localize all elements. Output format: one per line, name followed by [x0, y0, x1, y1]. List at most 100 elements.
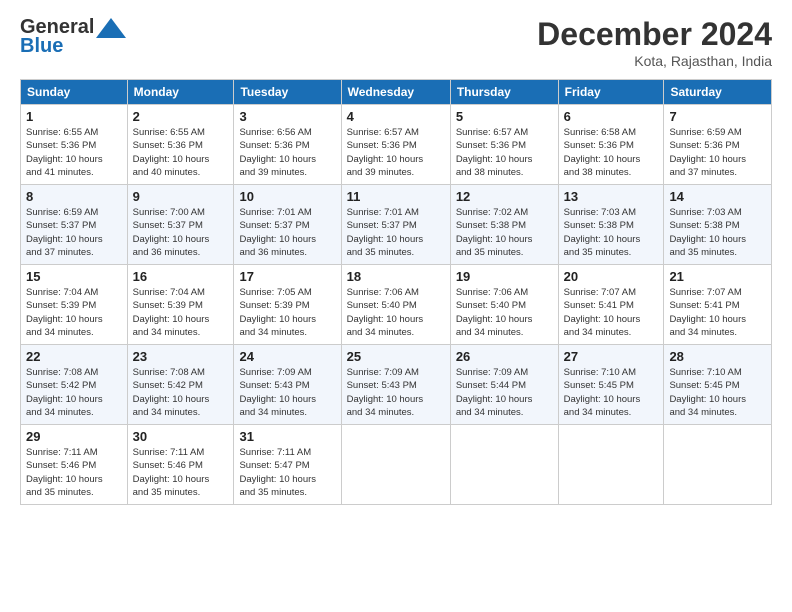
day-number: 27: [564, 349, 659, 364]
calendar-cell: 5 Sunrise: 6:57 AMSunset: 5:36 PMDaylight…: [450, 105, 558, 185]
day-number: 19: [456, 269, 553, 284]
day-info: Sunrise: 7:07 AMSunset: 5:41 PMDaylight:…: [564, 286, 659, 339]
title-block: December 2024 Kota, Rajasthan, India: [537, 16, 772, 69]
calendar-cell: 28 Sunrise: 7:10 AMSunset: 5:45 PMDayligh…: [664, 345, 772, 425]
calendar-cell: 8Sunrise: 6:59 AMSunset: 5:37 PMDaylight…: [21, 185, 128, 265]
calendar-week-3: 15 Sunrise: 7:04 AMSunset: 5:39 PMDayligh…: [21, 265, 772, 345]
day-number: 7: [669, 109, 766, 124]
day-info: Sunrise: 6:59 AMSunset: 5:36 PMDaylight:…: [669, 126, 766, 179]
day-info: Sunrise: 6:56 AMSunset: 5:36 PMDaylight:…: [239, 126, 335, 179]
calendar-cell: 13 Sunrise: 7:03 AMSunset: 5:38 PMDayligh…: [558, 185, 664, 265]
day-info: Sunrise: 7:00 AMSunset: 5:37 PMDaylight:…: [133, 206, 229, 259]
day-number: 20: [564, 269, 659, 284]
calendar-cell: [450, 425, 558, 505]
day-number: 31: [239, 429, 335, 444]
calendar-cell: 22Sunrise: 7:08 AMSunset: 5:42 PMDayligh…: [21, 345, 128, 425]
col-wednesday: Wednesday: [341, 80, 450, 105]
calendar-cell: 3 Sunrise: 6:56 AMSunset: 5:36 PMDaylight…: [234, 105, 341, 185]
calendar-cell: 12Sunrise: 7:02 AMSunset: 5:38 PMDayligh…: [450, 185, 558, 265]
calendar-cell: 6 Sunrise: 6:58 AMSunset: 5:36 PMDaylight…: [558, 105, 664, 185]
day-number: 4: [347, 109, 445, 124]
calendar-cell: 9 Sunrise: 7:00 AMSunset: 5:37 PMDaylight…: [127, 185, 234, 265]
logo-blue: Blue: [20, 35, 63, 58]
calendar-cell: 1 Sunrise: 6:55 AMSunset: 5:36 PMDaylight…: [21, 105, 128, 185]
logo: General Blue: [20, 16, 126, 58]
col-friday: Friday: [558, 80, 664, 105]
day-number: 30: [133, 429, 229, 444]
day-info: Sunrise: 7:09 AMSunset: 5:43 PMDaylight:…: [239, 366, 335, 419]
calendar-week-2: 8Sunrise: 6:59 AMSunset: 5:37 PMDaylight…: [21, 185, 772, 265]
day-number: 6: [564, 109, 659, 124]
calendar-cell: 24 Sunrise: 7:09 AMSunset: 5:43 PMDayligh…: [234, 345, 341, 425]
calendar-cell: 4 Sunrise: 6:57 AMSunset: 5:36 PMDaylight…: [341, 105, 450, 185]
day-info: Sunrise: 7:10 AMSunset: 5:45 PMDaylight:…: [669, 366, 766, 419]
day-info: Sunrise: 7:01 AMSunset: 5:37 PMDaylight:…: [239, 206, 335, 259]
day-number: 3: [239, 109, 335, 124]
day-info: Sunrise: 6:57 AMSunset: 5:36 PMDaylight:…: [456, 126, 553, 179]
day-info: Sunrise: 6:57 AMSunset: 5:36 PMDaylight:…: [347, 126, 445, 179]
calendar-cell: 31 Sunrise: 7:11 AMSunset: 5:47 PMDayligh…: [234, 425, 341, 505]
calendar-cell: 2 Sunrise: 6:55 AMSunset: 5:36 PMDaylight…: [127, 105, 234, 185]
calendar-cell: 29Sunrise: 7:11 AMSunset: 5:46 PMDayligh…: [21, 425, 128, 505]
calendar-cell: 21Sunrise: 7:07 AMSunset: 5:41 PMDayligh…: [664, 265, 772, 345]
day-number: 8: [26, 189, 122, 204]
day-info: Sunrise: 7:01 AMSunset: 5:37 PMDaylight:…: [347, 206, 445, 259]
day-number: 2: [133, 109, 229, 124]
header-row: Sunday Monday Tuesday Wednesday Thursday…: [21, 80, 772, 105]
day-number: 10: [239, 189, 335, 204]
day-info: Sunrise: 7:11 AMSunset: 5:47 PMDaylight:…: [239, 446, 335, 499]
day-number: 22: [26, 349, 122, 364]
calendar-cell: 10 Sunrise: 7:01 AMSunset: 5:37 PMDayligh…: [234, 185, 341, 265]
col-monday: Monday: [127, 80, 234, 105]
day-info: Sunrise: 6:55 AMSunset: 5:36 PMDaylight:…: [26, 126, 122, 179]
calendar-cell: 25Sunrise: 7:09 AMSunset: 5:43 PMDayligh…: [341, 345, 450, 425]
day-info: Sunrise: 7:07 AMSunset: 5:41 PMDaylight:…: [669, 286, 766, 339]
calendar-cell: 15 Sunrise: 7:04 AMSunset: 5:39 PMDayligh…: [21, 265, 128, 345]
day-number: 14: [669, 189, 766, 204]
col-sunday: Sunday: [21, 80, 128, 105]
day-info: Sunrise: 7:04 AMSunset: 5:39 PMDaylight:…: [133, 286, 229, 339]
day-number: 15: [26, 269, 122, 284]
header: General Blue December 2024 Kota, Rajasth…: [20, 16, 772, 69]
calendar-cell: 23Sunrise: 7:08 AMSunset: 5:42 PMDayligh…: [127, 345, 234, 425]
calendar-cell: [664, 425, 772, 505]
day-number: 13: [564, 189, 659, 204]
calendar-table: Sunday Monday Tuesday Wednesday Thursday…: [20, 79, 772, 505]
calendar-cell: 27 Sunrise: 7:10 AMSunset: 5:45 PMDayligh…: [558, 345, 664, 425]
day-number: 16: [133, 269, 229, 284]
day-number: 28: [669, 349, 766, 364]
logo-icon: [96, 18, 126, 38]
day-number: 24: [239, 349, 335, 364]
day-number: 5: [456, 109, 553, 124]
day-number: 29: [26, 429, 122, 444]
main-title: December 2024: [537, 16, 772, 53]
calendar-cell: 17Sunrise: 7:05 AMSunset: 5:39 PMDayligh…: [234, 265, 341, 345]
day-number: 11: [347, 189, 445, 204]
day-info: Sunrise: 7:06 AMSunset: 5:40 PMDaylight:…: [456, 286, 553, 339]
calendar-body: 1 Sunrise: 6:55 AMSunset: 5:36 PMDaylight…: [21, 105, 772, 505]
day-info: Sunrise: 6:55 AMSunset: 5:36 PMDaylight:…: [133, 126, 229, 179]
calendar-cell: [558, 425, 664, 505]
col-tuesday: Tuesday: [234, 80, 341, 105]
day-number: 9: [133, 189, 229, 204]
calendar-cell: 14Sunrise: 7:03 AMSunset: 5:38 PMDayligh…: [664, 185, 772, 265]
calendar-cell: 30 Sunrise: 7:11 AMSunset: 5:46 PMDayligh…: [127, 425, 234, 505]
day-info: Sunrise: 7:03 AMSunset: 5:38 PMDaylight:…: [564, 206, 659, 259]
calendar-header: Sunday Monday Tuesday Wednesday Thursday…: [21, 80, 772, 105]
calendar-week-5: 29 Sunrise: 7:11 AMSunset: 5:46 PMDayligh…: [21, 425, 772, 505]
calendar-cell: 19 Sunrise: 7:06 AMSunset: 5:40 PMDayligh…: [450, 265, 558, 345]
calendar-cell: 26 Sunrise: 7:09 AMSunset: 5:44 PMDayligh…: [450, 345, 558, 425]
calendar-week-4: 22Sunrise: 7:08 AMSunset: 5:42 PMDayligh…: [21, 345, 772, 425]
day-info: Sunrise: 7:02 AMSunset: 5:38 PMDaylight:…: [456, 206, 553, 259]
day-number: 26: [456, 349, 553, 364]
day-info: Sunrise: 7:10 AMSunset: 5:45 PMDaylight:…: [564, 366, 659, 419]
day-info: Sunrise: 7:05 AMSunset: 5:39 PMDaylight:…: [239, 286, 335, 339]
day-number: 1: [26, 109, 122, 124]
day-number: 18: [347, 269, 445, 284]
day-info: Sunrise: 7:09 AMSunset: 5:44 PMDaylight:…: [456, 366, 553, 419]
calendar-cell: 16 Sunrise: 7:04 AMSunset: 5:39 PMDayligh…: [127, 265, 234, 345]
day-info: Sunrise: 7:04 AMSunset: 5:39 PMDaylight:…: [26, 286, 122, 339]
day-info: Sunrise: 7:11 AMSunset: 5:46 PMDaylight:…: [133, 446, 229, 499]
calendar-cell: 18Sunrise: 7:06 AMSunset: 5:40 PMDayligh…: [341, 265, 450, 345]
day-info: Sunrise: 6:58 AMSunset: 5:36 PMDaylight:…: [564, 126, 659, 179]
